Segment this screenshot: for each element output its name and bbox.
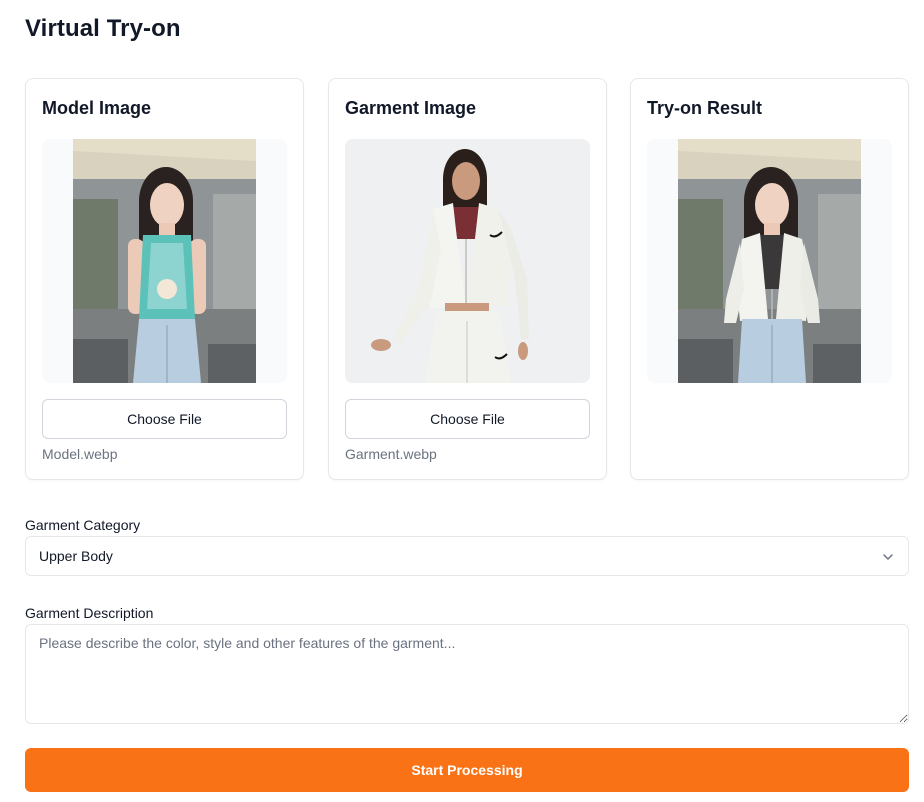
image-cards: Model Image Choose File Model.webp Garme… [25,78,909,480]
tryon-result-card: Try-on Result [630,78,909,480]
tryon-result-title: Try-on Result [647,98,763,118]
model-image-preview [42,139,287,383]
page-title: Virtual Try-on [25,15,181,42]
garment-image-card: Garment Image Choose File Garment.webp [328,78,607,480]
tryon-result-preview [647,139,892,383]
garment-choose-file-button[interactable]: Choose File [345,399,590,439]
model-photo [73,139,256,383]
garment-category-label: Garment Category [25,517,141,533]
tryon-result-photo [678,139,861,383]
chevron-down-icon [882,550,894,568]
garment-category-select[interactable]: Upper Body [25,536,909,576]
garment-category-value: Upper Body [39,548,113,564]
garment-photo [345,139,590,383]
model-choose-file-button[interactable]: Choose File [42,399,287,439]
model-image-card: Model Image Choose File Model.webp [25,78,304,480]
model-image-title: Model Image [42,98,152,118]
garment-description-input[interactable] [25,624,909,724]
start-processing-button[interactable]: Start Processing [25,748,909,792]
garment-image-title: Garment Image [345,98,477,118]
garment-file-name: Garment.webp [345,446,437,462]
model-file-name: Model.webp [42,446,118,462]
garment-image-preview [345,139,590,383]
garment-description-label: Garment Description [25,605,154,621]
